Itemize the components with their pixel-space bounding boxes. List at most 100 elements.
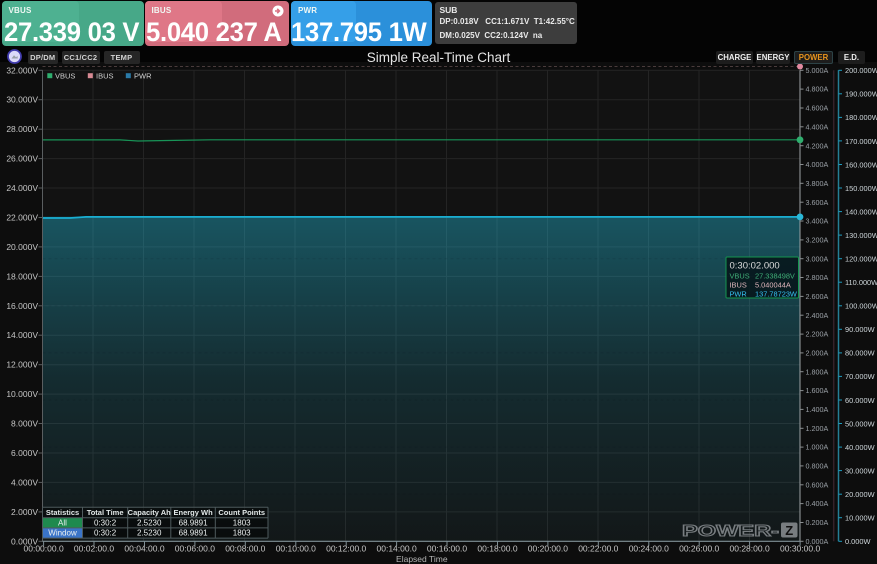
svg-text:8.000V: 8.000V — [11, 419, 38, 429]
svg-text:1.600A: 1.600A — [806, 386, 829, 395]
svg-text:Count Points: Count Points — [218, 508, 265, 517]
svg-text:18.000V: 18.000V — [6, 271, 38, 281]
svg-text:PWR: PWR — [134, 72, 152, 81]
svg-text:00:12:00.0: 00:12:00.0 — [326, 544, 366, 554]
svg-text:10.000V: 10.000V — [6, 389, 38, 399]
svg-text:2.5230: 2.5230 — [137, 529, 162, 538]
svg-text:1.800A: 1.800A — [806, 367, 829, 376]
svg-text:00:10:00.0: 00:10:00.0 — [276, 544, 316, 554]
svg-text:20.000W: 20.000W — [845, 490, 875, 499]
svg-text:00:02:00.0: 00:02:00.0 — [74, 544, 114, 554]
svg-text:10.000W: 10.000W — [845, 514, 875, 523]
svg-text:180.000W: 180.000W — [845, 113, 877, 122]
svg-text:30.000V: 30.000V — [6, 95, 38, 105]
svg-text:0:30:2: 0:30:2 — [94, 529, 117, 538]
svg-text:90.000W: 90.000W — [845, 325, 875, 334]
svg-text:00:16:00.0: 00:16:00.0 — [427, 544, 467, 554]
svg-text:68.9891: 68.9891 — [179, 518, 208, 527]
svg-text:0:30:02.000: 0:30:02.000 — [730, 261, 780, 272]
svg-text:2.800A: 2.800A — [806, 273, 829, 282]
svg-text:Z: Z — [785, 523, 793, 538]
svg-text:22.000V: 22.000V — [6, 213, 38, 223]
svg-text:190.000W: 190.000W — [845, 90, 877, 99]
svg-text:IBUS: IBUS — [96, 72, 114, 81]
svg-text:4.000A: 4.000A — [806, 160, 829, 169]
svg-text:0.400A: 0.400A — [806, 499, 829, 508]
svg-text:1.400A: 1.400A — [806, 405, 829, 414]
svg-text:Elapsed Time: Elapsed Time — [396, 554, 448, 564]
svg-text:Statistics: Statistics — [46, 508, 79, 517]
svg-text:2.000V: 2.000V — [11, 507, 38, 517]
svg-text:3.200A: 3.200A — [806, 236, 829, 245]
svg-text:00:20:00.0: 00:20:00.0 — [528, 544, 568, 554]
svg-text:2.5230: 2.5230 — [137, 518, 162, 527]
svg-text:Window: Window — [48, 529, 77, 538]
svg-text:50.000W: 50.000W — [845, 419, 875, 428]
svg-text:1803: 1803 — [233, 529, 251, 538]
svg-text:0.800A: 0.800A — [806, 462, 829, 471]
svg-text:12.000V: 12.000V — [6, 360, 38, 370]
svg-text:200.000W: 200.000W — [845, 66, 877, 75]
svg-text:POWER-: POWER- — [682, 523, 779, 540]
svg-text:14.000V: 14.000V — [6, 330, 38, 340]
svg-text:24.000V: 24.000V — [6, 183, 38, 193]
svg-text:3.000A: 3.000A — [806, 254, 829, 263]
svg-text:110.000W: 110.000W — [845, 278, 877, 287]
svg-text:100.000W: 100.000W — [845, 302, 877, 311]
svg-text:40.000W: 40.000W — [845, 443, 875, 452]
svg-text:00:28:00.0: 00:28:00.0 — [730, 544, 770, 554]
svg-text:2.600A: 2.600A — [806, 292, 829, 301]
svg-text:IBUS: IBUS — [730, 281, 747, 290]
svg-text:4.600A: 4.600A — [806, 104, 829, 113]
svg-text:All: All — [58, 518, 67, 527]
svg-text:130.000W: 130.000W — [845, 231, 877, 240]
svg-text:1.000A: 1.000A — [806, 443, 829, 452]
svg-text:2.400A: 2.400A — [806, 311, 829, 320]
svg-text:4.400A: 4.400A — [806, 122, 829, 131]
svg-text:3.400A: 3.400A — [806, 217, 829, 226]
svg-text:0.200A: 0.200A — [806, 518, 829, 527]
svg-text:3.600A: 3.600A — [806, 198, 829, 207]
svg-text:28.000V: 28.000V — [6, 124, 38, 134]
svg-text:0:30:2: 0:30:2 — [94, 518, 117, 527]
svg-text:00:18:00.0: 00:18:00.0 — [477, 544, 517, 554]
svg-text:00:04:00.0: 00:04:00.0 — [124, 544, 164, 554]
svg-text:00:24:00.0: 00:24:00.0 — [629, 544, 669, 554]
svg-text:00:08:00.0: 00:08:00.0 — [225, 544, 265, 554]
svg-text:120.000W: 120.000W — [845, 255, 877, 264]
svg-text:1803: 1803 — [233, 518, 251, 527]
svg-text:68.9891: 68.9891 — [179, 529, 208, 538]
svg-text:1.200A: 1.200A — [806, 424, 829, 433]
svg-text:VBUS: VBUS — [55, 72, 75, 81]
svg-text:00:26:00.0: 00:26:00.0 — [679, 544, 719, 554]
svg-text:00:06:00.0: 00:06:00.0 — [175, 544, 215, 554]
svg-text:3.800A: 3.800A — [806, 179, 829, 188]
svg-text:137.78723W: 137.78723W — [755, 290, 797, 299]
svg-text:2.200A: 2.200A — [806, 330, 829, 339]
svg-text:16.000V: 16.000V — [6, 301, 38, 311]
svg-text:00:22:00.0: 00:22:00.0 — [578, 544, 618, 554]
svg-text:4.000V: 4.000V — [11, 477, 38, 487]
svg-text:Capacity Ah: Capacity Ah — [128, 508, 171, 517]
svg-text:30.000W: 30.000W — [845, 466, 875, 475]
svg-text:140.000W: 140.000W — [845, 207, 877, 216]
svg-text:00:14:00.0: 00:14:00.0 — [377, 544, 417, 554]
svg-text:4.800A: 4.800A — [806, 85, 829, 94]
svg-text:20.000V: 20.000V — [6, 242, 38, 252]
svg-text:27.338498V: 27.338498V — [755, 272, 795, 281]
svg-text:170.000W: 170.000W — [845, 137, 877, 146]
svg-text:160.000W: 160.000W — [845, 160, 877, 169]
svg-text:PWR: PWR — [730, 290, 747, 299]
svg-text:2.000A: 2.000A — [806, 349, 829, 358]
svg-text:0.600A: 0.600A — [806, 480, 829, 489]
svg-text:4.200A: 4.200A — [806, 141, 829, 150]
svg-text:150.000W: 150.000W — [845, 184, 877, 193]
svg-text:00:00:00.0: 00:00:00.0 — [24, 544, 64, 554]
svg-text:5.000A: 5.000A — [806, 66, 829, 75]
svg-text:60.000W: 60.000W — [845, 396, 875, 405]
svg-text:5.040044A: 5.040044A — [755, 281, 791, 290]
svg-text:0.000A: 0.000A — [806, 537, 829, 546]
svg-text:26.000V: 26.000V — [6, 154, 38, 164]
svg-text:Total Time: Total Time — [87, 508, 124, 517]
svg-text:70.000W: 70.000W — [845, 372, 875, 381]
